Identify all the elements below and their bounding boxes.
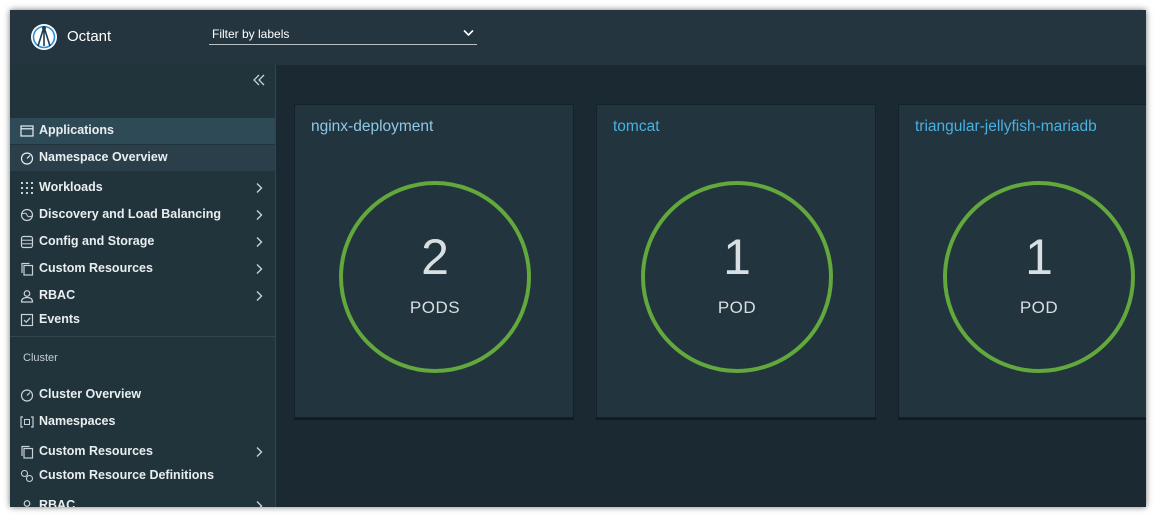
copy-icon [21,445,34,459]
sidebar-item-label: RBAC [39,498,76,507]
sidebar-item-label: Custom Resources [39,261,153,275]
sidebar-item-label: Config and Storage [39,234,155,248]
sidebar-item-discovery[interactable]: Discovery and Load Balancing [10,202,275,228]
sidebar-item-label: Custom Resources [39,444,153,458]
dashboard-icon [20,389,34,402]
pod-count: 1 [1025,229,1053,285]
pod-count-unit: POD [717,298,757,317]
chevron-right-icon [256,291,263,301]
sidebar-item-namespaces[interactable]: Namespaces [10,409,275,435]
sidebar-item-namespace-overview[interactable]: Namespace Overview [10,145,275,171]
pod-count-ring: 1 POD [641,181,833,373]
checkbox-icon [20,313,34,327]
grid-icon [21,182,33,194]
application-card: triangular-jellyfish-mariadb 1 POD [898,104,1146,418]
sidebar-nav: Applications Namespace Overview Workload… [10,65,276,507]
sidebar-item-rbac[interactable]: RBAC [10,283,275,309]
user-icon [23,500,31,507]
storage-icon [20,235,34,249]
chevron-right-icon [256,237,263,247]
chevron-right-icon [256,501,263,507]
namespace-icon [20,416,34,428]
chevron-down-icon [463,29,474,37]
user-icon [20,290,34,303]
sidebar-item-label: Events [39,312,80,326]
application-name-link[interactable]: tomcat [613,118,660,136]
octant-window: Octant Filter by labels Applications Nam… [10,10,1146,507]
sidebar-item-label: Namespaces [39,414,116,428]
sidebar-item-cluster-overview[interactable]: Cluster Overview [10,382,275,408]
sidebar-item-label: Applications [39,123,115,137]
app-name: Octant [67,28,112,45]
applications-content: nginx-deployment 2 PODS tomcat 1 POD tri… [276,65,1146,507]
pod-count: 2 [421,229,449,285]
top-header: Octant Filter by labels [10,10,1146,65]
sidebar-item-config-storage[interactable]: Config and Storage [10,229,275,255]
label-filter-placeholder: Filter by labels [212,27,290,41]
sidebar-item-label: Discovery and Load Balancing [39,207,221,221]
cluster-section-label: Cluster [23,352,58,364]
chevron-right-icon [256,447,263,457]
copy-icon [21,262,34,276]
application-icon [20,125,34,137]
sidebar-item-crds[interactable]: Custom Resource Definitions [10,463,275,489]
network-globe-icon [20,208,34,222]
sidebar-item-cluster-rbac[interactable]: RBAC [10,493,275,507]
sidebar-divider [10,336,275,337]
collapse-sidebar-icon[interactable] [250,71,268,89]
sidebar-item-cluster-custom-resources[interactable]: Custom Resources [10,439,275,465]
application-name-link[interactable]: triangular-jellyfish-mariadb [915,118,1097,136]
pod-count: 1 [723,229,751,285]
pod-count-unit: PODS [409,298,461,317]
chevron-right-icon [256,183,263,193]
pod-count-ring: 2 PODS [339,181,531,373]
sidebar-item-label: RBAC [39,288,76,302]
sidebar-item-applications[interactable]: Applications [10,118,275,144]
pod-count-ring: 1 POD [943,181,1135,373]
sidebar-item-custom-resources[interactable]: Custom Resources [10,256,275,282]
application-name-link[interactable]: nginx-deployment [311,118,433,136]
dashboard-icon [20,152,34,165]
chevron-right-icon [256,210,263,220]
sidebar-item-label: Namespace Overview [39,150,168,164]
label-filter-select[interactable]: Filter by labels [209,24,477,45]
pod-count-unit: POD [1019,298,1059,317]
octant-logo-icon[interactable] [29,22,59,52]
sidebar-item-label: Custom Resource Definitions [39,468,215,482]
application-card: tomcat 1 POD [596,104,876,418]
crd-icon [20,469,34,483]
chevron-right-icon [256,264,263,274]
sidebar-item-events[interactable]: Events [10,307,275,333]
sidebar-item-label: Workloads [39,180,103,194]
sidebar-item-label: Cluster Overview [39,387,142,401]
application-card: nginx-deployment 2 PODS [294,104,574,418]
sidebar-item-workloads[interactable]: Workloads [10,175,275,201]
